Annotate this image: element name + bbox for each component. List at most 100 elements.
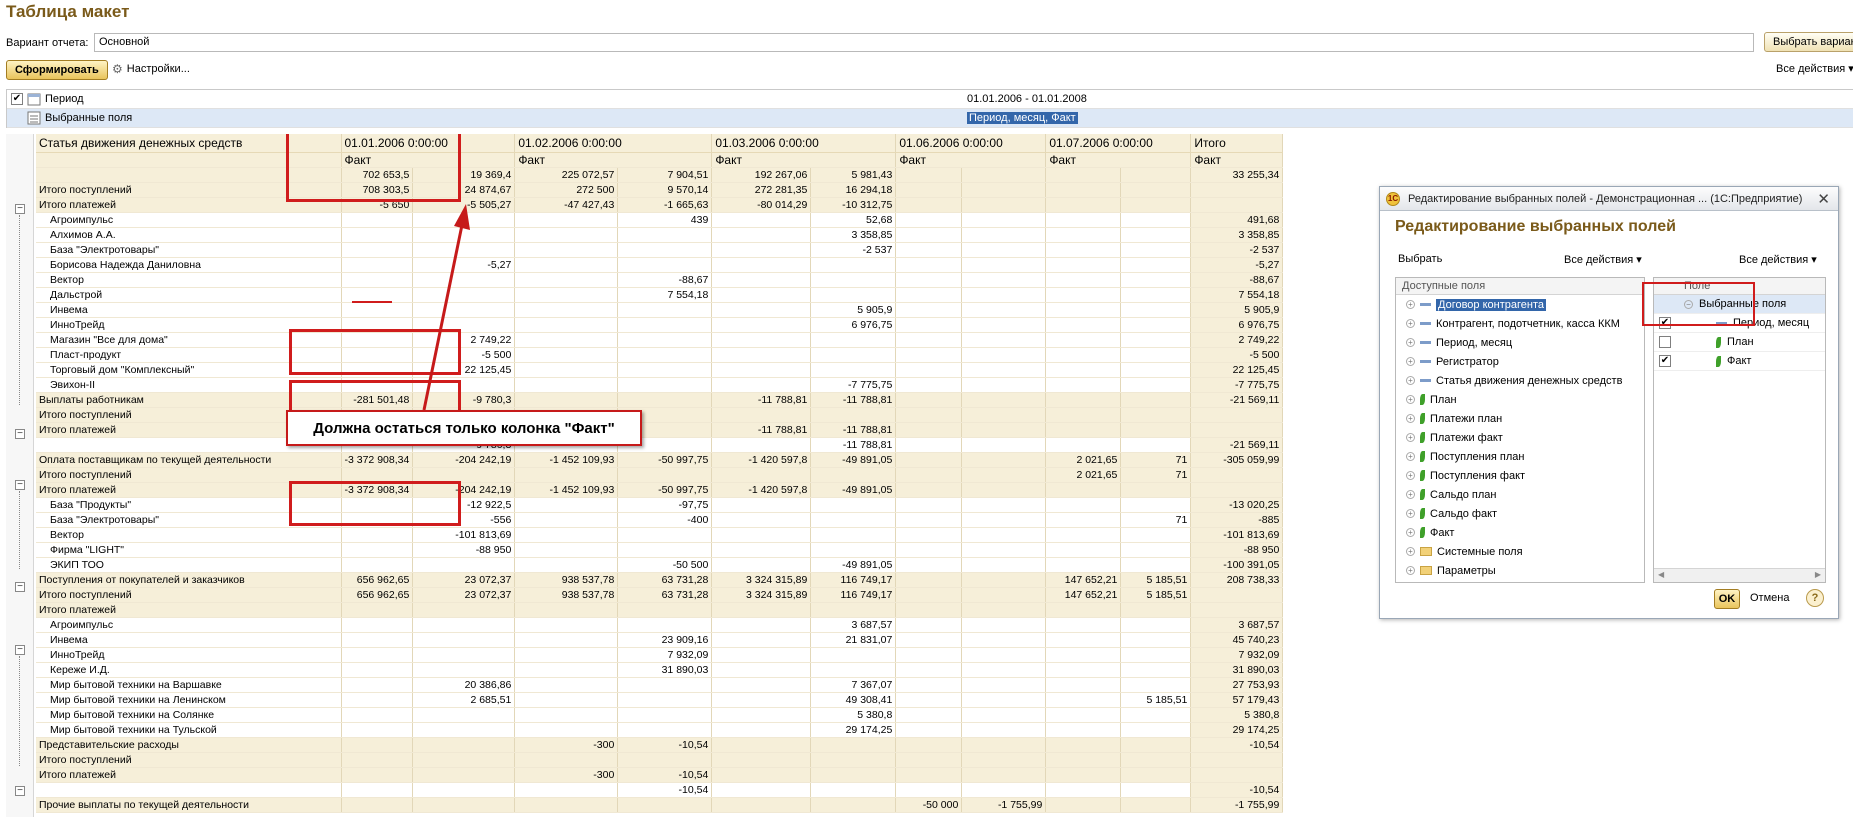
collapse-icon[interactable]: − bbox=[15, 204, 25, 214]
expand-icon[interactable]: + bbox=[1406, 395, 1415, 404]
expand-icon[interactable]: + bbox=[1406, 433, 1415, 442]
available-field-item[interactable]: + Поступления план bbox=[1396, 447, 1644, 466]
row-label: Пласт-продукт bbox=[36, 347, 342, 363]
available-field-item[interactable]: + Статья движения денежных средств bbox=[1396, 371, 1644, 390]
available-field-item[interactable]: + Контрагент, подотчетник, касса ККМ bbox=[1396, 314, 1644, 333]
report-row: -10,54 -10,54 bbox=[36, 782, 1284, 798]
row-value: -10,54 bbox=[617, 782, 713, 798]
selected-field-item[interactable]: ✔ Период, месяц bbox=[1654, 314, 1825, 333]
selected-field-item[interactable]: − Выбранные поля bbox=[1654, 295, 1825, 314]
choose-variant-button[interactable]: Выбрать вариан bbox=[1764, 32, 1853, 52]
close-icon[interactable]: ✕ bbox=[1817, 190, 1830, 208]
row-value bbox=[1190, 422, 1284, 438]
expand-icon[interactable]: + bbox=[1406, 566, 1415, 575]
selected-field-item[interactable]: План bbox=[1654, 333, 1825, 352]
available-field-item[interactable]: + Договор контрагента bbox=[1396, 295, 1644, 314]
row-value bbox=[1120, 497, 1192, 513]
report-row: Мир бытовой техники на Солянке 5 380,8 5 3… bbox=[36, 707, 1284, 723]
settings-row-selected-fields[interactable]: Выбранные поля Период, месяц, Факт bbox=[7, 109, 1853, 128]
available-field-item[interactable]: + Регистратор bbox=[1396, 352, 1644, 371]
report-row: Вектор -101 813,69 -101 813,69 bbox=[36, 527, 1284, 543]
expand-icon[interactable]: + bbox=[1406, 471, 1415, 480]
available-field-item[interactable]: + Сальдо план bbox=[1396, 485, 1644, 504]
row-value: 439 bbox=[617, 212, 713, 228]
help-button[interactable]: ? bbox=[1806, 589, 1824, 607]
row-value: 702 653,5 bbox=[341, 167, 414, 183]
field-checkbox[interactable]: ✔ bbox=[1659, 355, 1671, 367]
collapse-icon[interactable]: − bbox=[1684, 299, 1693, 309]
row-value: 6 976,75 bbox=[810, 317, 897, 333]
row-value bbox=[711, 647, 812, 663]
expand-icon[interactable]: + bbox=[1406, 452, 1415, 461]
available-field-item[interactable]: + Факт bbox=[1396, 523, 1644, 542]
period-header: 01.01.2006 0:00:00 bbox=[341, 134, 516, 153]
expand-icon[interactable]: + bbox=[1406, 490, 1415, 499]
selected-field-item[interactable]: ✔ Факт bbox=[1654, 352, 1825, 371]
expand-icon[interactable]: + bbox=[1406, 414, 1415, 423]
row-value bbox=[895, 197, 963, 213]
row-value bbox=[617, 617, 713, 633]
field-checkbox[interactable]: ✔ bbox=[1659, 317, 1671, 329]
row-value: 708 303,5 bbox=[341, 182, 414, 198]
period-value[interactable]: 01.01.2006 - 01.01.2008 bbox=[965, 90, 1853, 108]
available-field-item[interactable]: + Системные поля bbox=[1396, 542, 1644, 561]
row-value bbox=[514, 722, 619, 738]
collapse-icon[interactable]: − bbox=[15, 645, 25, 655]
expand-icon[interactable]: + bbox=[1406, 319, 1415, 328]
horizontal-scrollbar[interactable]: ◀ ▶ bbox=[1654, 568, 1825, 582]
settings-button[interactable]: ⚙ Настройки... bbox=[112, 62, 190, 76]
row-value: -10,54 bbox=[1190, 737, 1284, 753]
cancel-button[interactable]: Отмена bbox=[1750, 592, 1789, 604]
available-field-item[interactable]: + Период, месяц bbox=[1396, 333, 1644, 352]
expand-icon[interactable]: + bbox=[1406, 528, 1415, 537]
collapse-icon[interactable]: − bbox=[15, 582, 25, 592]
collapse-icon[interactable]: − bbox=[15, 480, 25, 490]
selected-fields-list[interactable]: Поле − Выбранные поля ✔ Период, месяц План ✔… bbox=[1653, 277, 1826, 583]
expand-icon[interactable]: + bbox=[1406, 300, 1415, 309]
expand-icon[interactable]: + bbox=[1406, 509, 1415, 518]
edit-fields-dialog[interactable]: 1С Редактирование выбранных полей - Демо… bbox=[1379, 186, 1839, 619]
expand-icon[interactable]: + bbox=[1406, 338, 1415, 347]
row-value bbox=[617, 797, 713, 813]
expand-icon[interactable]: + bbox=[1406, 547, 1415, 556]
period-checkbox[interactable]: ✔ bbox=[11, 93, 23, 105]
ok-button[interactable]: OK bbox=[1714, 589, 1740, 609]
row-value bbox=[895, 242, 963, 258]
expand-icon[interactable]: + bbox=[1406, 357, 1415, 366]
collapse-icon[interactable]: − bbox=[15, 786, 25, 796]
row-value bbox=[514, 332, 619, 348]
available-fields-list[interactable]: Доступные поля + Договор контрагента + Конт… bbox=[1395, 277, 1645, 583]
report-row: ЭКИП ТОО -50 500 -49 891,05 -100 391,05 bbox=[36, 557, 1284, 573]
available-field-item[interactable]: + Параметры bbox=[1396, 561, 1644, 580]
row-value bbox=[1190, 482, 1284, 498]
available-field-item[interactable]: + Платежи план bbox=[1396, 409, 1644, 428]
dialog-titlebar[interactable]: 1С Редактирование выбранных полей - Демо… bbox=[1380, 187, 1838, 211]
row-value bbox=[961, 767, 1047, 783]
row-value: -11 788,81 bbox=[810, 392, 897, 408]
all-actions-left[interactable]: Все действия ▾ bbox=[1564, 253, 1642, 266]
available-field-label: Факт bbox=[1430, 526, 1455, 539]
expand-icon[interactable]: + bbox=[1406, 376, 1415, 385]
row-value bbox=[961, 527, 1047, 543]
row-value: 33 255,34 bbox=[1190, 167, 1284, 183]
available-field-item[interactable]: + План bbox=[1396, 390, 1644, 409]
report-table: Статья движения денежных средств 01.01.2… bbox=[36, 134, 1284, 813]
row-label: Выплаты работникам bbox=[36, 392, 342, 408]
generate-button[interactable]: Сформировать bbox=[6, 60, 108, 80]
available-field-item[interactable]: + Платежи факт bbox=[1396, 428, 1644, 447]
select-button[interactable]: Выбрать bbox=[1398, 253, 1442, 265]
available-field-item[interactable]: + Поступления факт bbox=[1396, 466, 1644, 485]
field-checkbox[interactable] bbox=[1659, 336, 1671, 348]
row-value: -11 788,81 bbox=[711, 422, 812, 438]
settings-row-period[interactable]: ✔ Период 01.01.2006 - 01.01.2008 bbox=[7, 90, 1853, 109]
collapse-icon[interactable]: − bbox=[15, 429, 25, 439]
row-value bbox=[1045, 512, 1122, 528]
all-actions-menu[interactable]: Все действия ▾ bbox=[1776, 62, 1853, 75]
row-value: 116 749,17 bbox=[810, 587, 897, 603]
variant-input[interactable]: Основной bbox=[94, 33, 1754, 52]
row-value bbox=[711, 782, 812, 798]
selected-fields-value[interactable]: Период, месяц, Факт bbox=[967, 112, 1078, 124]
all-actions-right[interactable]: Все действия ▾ bbox=[1739, 253, 1817, 266]
available-field-item[interactable]: + Сальдо факт bbox=[1396, 504, 1644, 523]
row-value bbox=[711, 662, 812, 678]
